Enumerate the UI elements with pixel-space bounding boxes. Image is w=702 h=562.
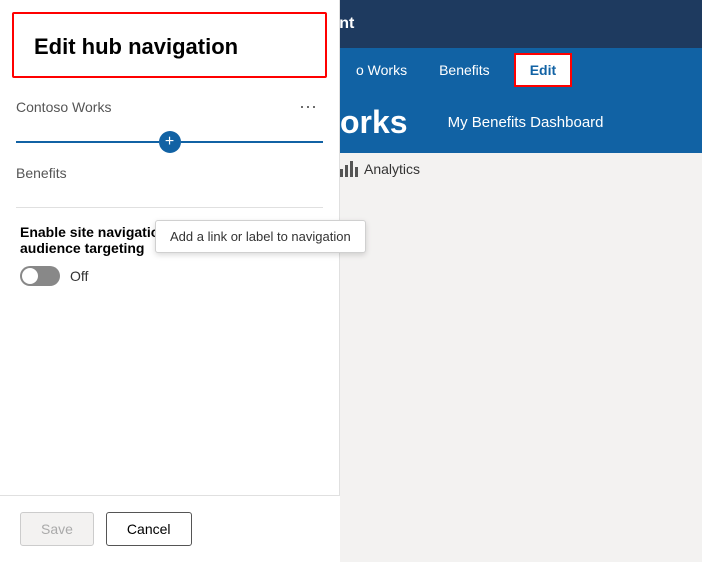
save-button[interactable]: Save — [20, 512, 94, 546]
toggle-knob — [22, 268, 38, 284]
section-divider — [16, 207, 323, 208]
side-panel: Edit hub navigation Contoso Works ··· + … — [0, 0, 340, 562]
audience-toggle-row[interactable]: Off — [20, 266, 319, 286]
analytics-label: Analytics — [364, 161, 420, 177]
tooltip-text: Add a link or label to navigation — [170, 229, 351, 244]
hub-nav-works[interactable]: o Works — [340, 48, 423, 92]
hub-nav-edit-button[interactable]: Edit — [514, 53, 572, 87]
blue-line-right — [181, 141, 324, 143]
nav-item-benefits-label: Benefits — [16, 165, 67, 181]
bottom-buttons: Save Cancel — [0, 495, 340, 562]
toggle-off-label: Off — [70, 268, 88, 284]
page-title-text: orks — [340, 104, 408, 141]
my-benefits-dashboard: My Benefits Dashboard — [448, 114, 604, 131]
nav-item-contoso-works-label: Contoso Works — [16, 99, 293, 115]
add-nav-item-button[interactable]: + — [159, 131, 181, 153]
nav-item-benefits[interactable]: Benefits — [0, 157, 339, 191]
hub-nav-benefits[interactable]: Benefits — [423, 48, 506, 92]
blue-line-left — [16, 141, 159, 143]
cancel-button[interactable]: Cancel — [106, 512, 192, 546]
nav-item-contoso-works-menu[interactable]: ··· — [293, 94, 323, 119]
nav-item-contoso-works[interactable]: Contoso Works ··· — [0, 86, 339, 127]
analytics-bar-icon — [340, 161, 358, 177]
analytics-item[interactable]: Analytics — [340, 161, 420, 177]
panel-title: Edit hub navigation — [12, 12, 327, 78]
add-nav-tooltip: Add a link or label to navigation — [155, 220, 366, 253]
add-button-row: + — [0, 127, 339, 157]
audience-toggle[interactable] — [20, 266, 60, 286]
